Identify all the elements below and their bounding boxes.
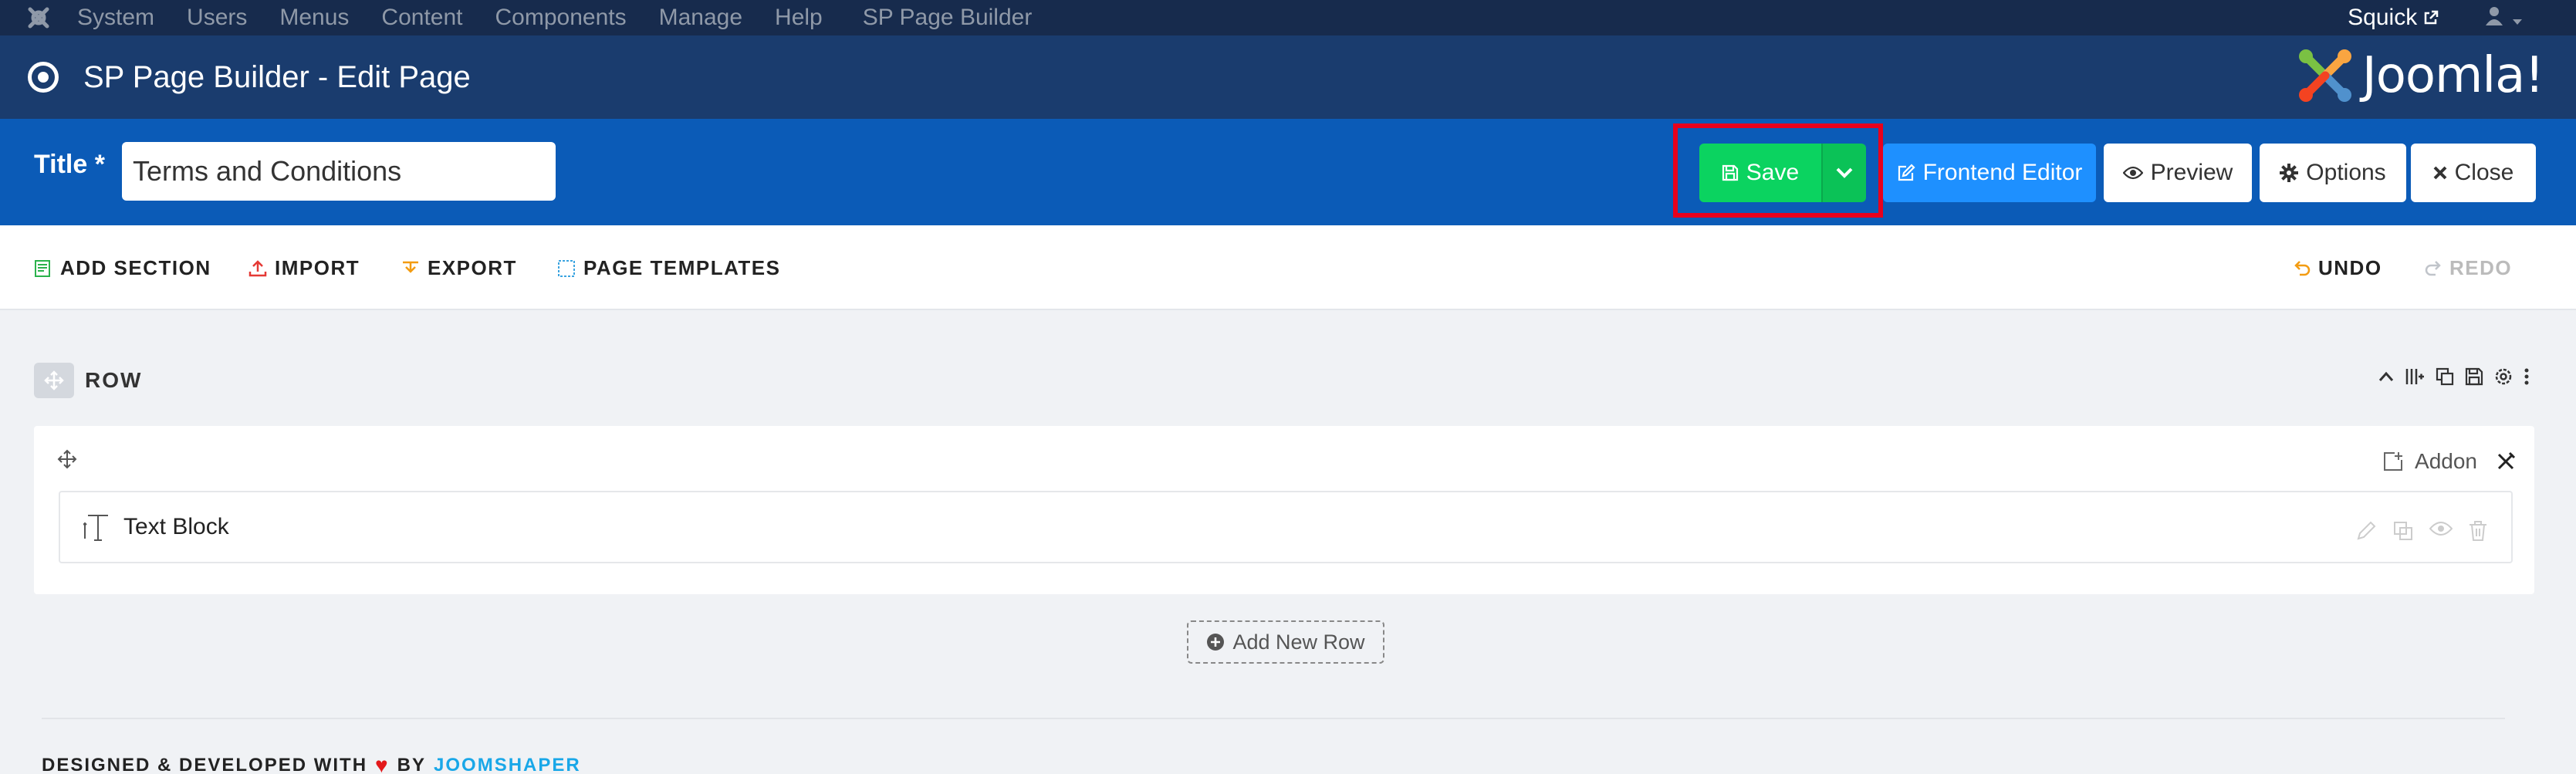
external-link-icon bbox=[2424, 10, 2439, 25]
import-label: IMPORT bbox=[275, 256, 360, 279]
redo-icon bbox=[2425, 260, 2441, 275]
frontend-editor-label: Frontend Editor bbox=[1922, 160, 2083, 185]
menu-components[interactable]: Components bbox=[495, 5, 627, 31]
settings-icon[interactable] bbox=[2494, 367, 2513, 386]
user-menu[interactable] bbox=[2485, 5, 2522, 31]
addon-item[interactable]: Text Block bbox=[59, 491, 2513, 563]
undo-label: UNDO bbox=[2318, 256, 2382, 279]
close-label: Close bbox=[2454, 160, 2514, 185]
page-templates-button[interactable]: PAGE TEMPLATES bbox=[557, 256, 781, 280]
more-options-icon[interactable] bbox=[2524, 367, 2530, 386]
addon-label: Addon bbox=[2415, 449, 2477, 473]
row-toolbar bbox=[2378, 367, 2530, 386]
row-header: ROW bbox=[34, 363, 142, 398]
joomla-wordmark: Joomla! bbox=[2361, 47, 2544, 104]
save-label: Save bbox=[1746, 160, 1800, 185]
move-icon bbox=[57, 449, 77, 469]
footer-prefix: DESIGNED & DEVELOPED WITH bbox=[42, 755, 368, 774]
import-button[interactable]: IMPORT bbox=[248, 256, 360, 280]
eye-icon bbox=[2122, 166, 2143, 180]
user-icon bbox=[2486, 6, 2503, 25]
menu-manage[interactable]: Manage bbox=[659, 5, 742, 31]
plus-circle-icon bbox=[1207, 634, 1225, 651]
menu-content[interactable]: Content bbox=[381, 5, 462, 31]
add-new-row-label: Add New Row bbox=[1232, 630, 1365, 654]
add-new-row-button[interactable]: Add New Row bbox=[1187, 620, 1384, 664]
duplicate-icon[interactable] bbox=[2436, 367, 2454, 386]
redo-button[interactable]: REDO bbox=[2425, 256, 2512, 280]
caret-down-icon bbox=[2513, 19, 2522, 25]
add-column-icon[interactable] bbox=[2405, 367, 2425, 386]
menu-help[interactable]: Help bbox=[775, 5, 823, 31]
menu-menus[interactable]: Menus bbox=[279, 5, 349, 31]
close-icon bbox=[2433, 166, 2447, 180]
undo-icon bbox=[2294, 260, 2311, 275]
eye-icon[interactable] bbox=[2429, 520, 2453, 537]
redo-label: REDO bbox=[2449, 256, 2513, 279]
preview-button[interactable]: Preview bbox=[2104, 144, 2252, 202]
joomla-logo: Joomla! bbox=[2296, 46, 2544, 105]
row-column: Addon Text Block bbox=[34, 426, 2534, 594]
title-label: Title * bbox=[34, 150, 105, 179]
footer-divider bbox=[42, 718, 2505, 719]
save-row-icon[interactable] bbox=[2465, 367, 2483, 386]
addon-name: Text Block bbox=[123, 514, 229, 539]
add-section-icon bbox=[35, 259, 50, 277]
column-settings-icon[interactable] bbox=[2496, 451, 2516, 471]
page-templates-icon bbox=[558, 259, 575, 277]
column-move-handle[interactable] bbox=[57, 449, 77, 473]
admin-menu-bar: System Users Menus Content Components Ma… bbox=[0, 0, 2576, 35]
menu-users[interactable]: Users bbox=[187, 5, 247, 31]
footer-by: BY bbox=[397, 755, 427, 774]
edit-icon bbox=[1898, 164, 1915, 181]
gear-icon bbox=[2280, 164, 2299, 182]
site-name: Squick bbox=[2348, 5, 2418, 30]
menu-system[interactable]: System bbox=[77, 5, 154, 31]
footer-credit: DESIGNED & DEVELOPED WITH ♥ BY JOOMSHAPE… bbox=[42, 753, 581, 774]
save-button[interactable]: Save bbox=[1699, 144, 1821, 202]
add-section-label: ADD SECTION bbox=[60, 256, 211, 279]
page-header: SP Page Builder - Edit Page Joomla! bbox=[0, 35, 2576, 119]
text-block-icon bbox=[83, 515, 108, 541]
site-link[interactable]: Squick bbox=[2348, 5, 2439, 31]
options-button[interactable]: Options bbox=[2260, 144, 2406, 202]
add-section-button[interactable]: ADD SECTION bbox=[34, 256, 211, 280]
builder-toolbar: ADD SECTION IMPORT EXPORT PAGE TEMPLATES… bbox=[0, 225, 2576, 310]
floppy-disk-icon bbox=[1722, 164, 1738, 181]
joomla-logo-icon bbox=[2298, 49, 2351, 102]
export-icon bbox=[403, 261, 418, 273]
preview-label: Preview bbox=[2150, 160, 2233, 185]
menu-sp-page-builder[interactable]: SP Page Builder bbox=[863, 5, 1033, 31]
page-templates-label: PAGE TEMPLATES bbox=[583, 256, 781, 279]
undo-button[interactable]: UNDO bbox=[2294, 256, 2382, 280]
collapse-icon[interactable] bbox=[2378, 371, 2394, 382]
export-label: EXPORT bbox=[428, 256, 517, 279]
trash-icon[interactable] bbox=[2468, 520, 2488, 542]
import-icon bbox=[248, 259, 267, 276]
export-button[interactable]: EXPORT bbox=[401, 256, 517, 280]
duplicate-icon[interactable] bbox=[2392, 520, 2414, 542]
options-label: Options bbox=[2306, 160, 2386, 185]
save-dropdown-toggle[interactable] bbox=[1821, 144, 1866, 202]
close-button[interactable]: Close bbox=[2411, 144, 2536, 202]
add-addon-button[interactable]: Addon bbox=[2382, 449, 2516, 474]
frontend-editor-button[interactable]: Frontend Editor bbox=[1883, 144, 2096, 202]
title-input[interactable] bbox=[122, 142, 556, 201]
page-builder-icon bbox=[28, 62, 59, 93]
row-label: ROW bbox=[85, 368, 143, 392]
addon-actions bbox=[2355, 520, 2488, 542]
add-addon-icon bbox=[2384, 452, 2403, 471]
row-drag-handle[interactable] bbox=[34, 363, 74, 398]
edit-icon[interactable] bbox=[2355, 520, 2377, 542]
move-icon bbox=[44, 370, 64, 390]
chevron-down-icon bbox=[1836, 167, 1853, 178]
page-title: SP Page Builder - Edit Page bbox=[83, 59, 471, 94]
joomshaper-link[interactable]: JOOMSHAPER bbox=[434, 755, 581, 774]
heart-icon: ♥ bbox=[375, 753, 390, 774]
joomla-menu-icon[interactable] bbox=[0, 5, 77, 31]
